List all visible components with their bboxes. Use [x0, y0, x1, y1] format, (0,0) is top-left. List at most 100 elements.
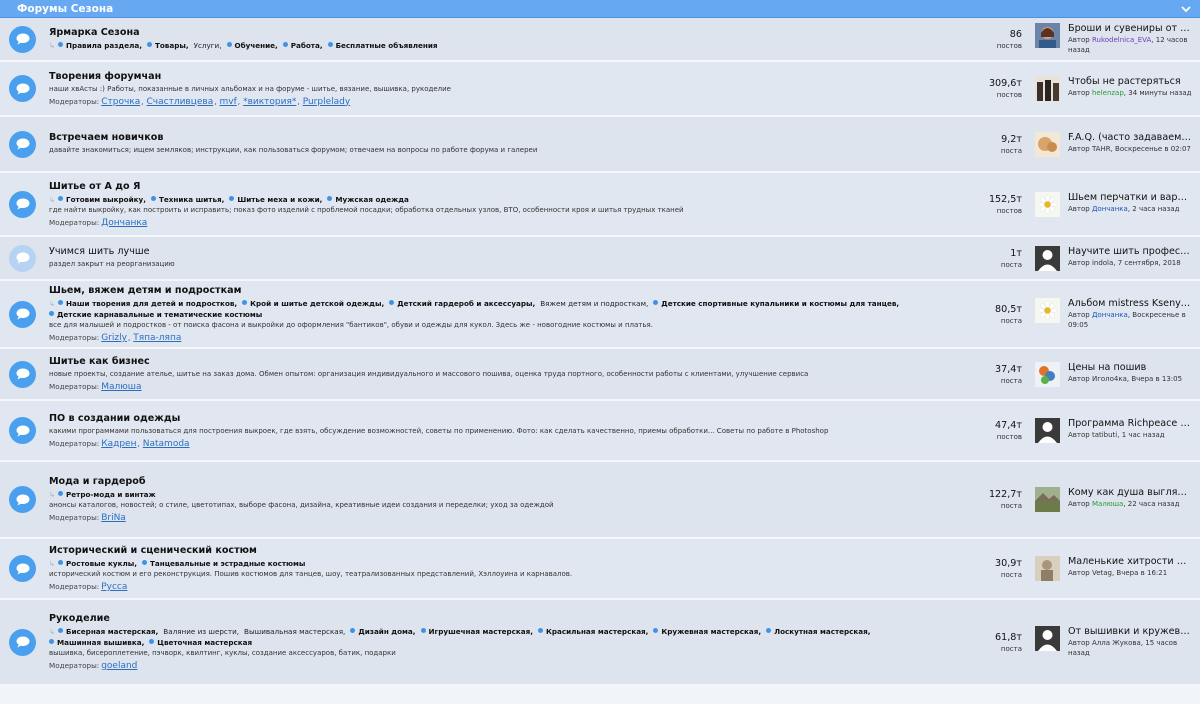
last-post-author-link[interactable]: indola	[1092, 259, 1113, 267]
subforum-link[interactable]: Правила раздела,	[58, 41, 142, 50]
forum-title-link[interactable]: Исторический и сценический костюм	[49, 545, 970, 556]
last-post-title-link[interactable]: F.A.Q. (часто задаваемы...	[1068, 132, 1191, 143]
forum-chat-icon[interactable]	[9, 75, 36, 102]
last-post-title-link[interactable]: От вышивки и кружева к...	[1068, 626, 1191, 637]
subforum-link[interactable]: Крой и шитье детской одежды,	[242, 299, 384, 308]
last-post-author-link[interactable]: Дончанка	[1092, 311, 1128, 319]
subforum-link[interactable]: Кружевная мастерская,	[653, 627, 761, 636]
last-post-thumbnail[interactable]	[1035, 191, 1060, 217]
last-post-author-link[interactable]: Малюша	[1092, 500, 1123, 508]
last-post-title-link[interactable]: Научите шить професси...	[1068, 246, 1191, 257]
moderator-link[interactable]: *виктория*	[243, 97, 296, 107]
forum-title-link[interactable]: ПО в создании одежды	[49, 413, 970, 424]
moderator-link[interactable]: goeland	[101, 661, 137, 671]
moderator-link[interactable]: Кадрен	[101, 439, 136, 449]
forum-title-link[interactable]: Учимся шить лучше	[49, 246, 970, 257]
forum-chat-icon[interactable]	[9, 417, 36, 444]
subforum-link[interactable]: Игрушечная мастерская,	[420, 627, 533, 636]
subforum-link[interactable]: Ретро-мода и винтаж	[58, 490, 156, 499]
moderator-link[interactable]: Счастливцева	[147, 97, 214, 107]
default-avatar-icon[interactable]	[1035, 626, 1060, 651]
subforum-link[interactable]: Ростовые куклы,	[58, 559, 137, 568]
forum-title-link[interactable]: Творения форумчан	[49, 71, 970, 82]
last-post-author-link[interactable]: Дончанка	[1092, 205, 1128, 213]
last-post-thumbnail[interactable]	[1035, 556, 1060, 581]
forum-chat-icon[interactable]	[9, 555, 36, 582]
last-post-author-link[interactable]: Иголо4ка	[1092, 375, 1127, 383]
moderator-link[interactable]: Малюша	[101, 382, 141, 392]
last-post-author-link[interactable]: TAHR	[1092, 145, 1111, 153]
subforum-link[interactable]: Бесплатные объявления	[327, 41, 438, 50]
forum-title-link[interactable]: Мода и гардероб	[49, 476, 970, 487]
subforum-link[interactable]: Лоскутная мастерская,	[766, 627, 870, 636]
moderator-link[interactable]: Дончанка	[101, 218, 147, 228]
default-avatar-icon[interactable]	[1035, 245, 1060, 271]
subforum-link[interactable]: Танцевальные и эстрадные костюмы	[141, 559, 305, 568]
subforum-link[interactable]: Детский гардероб и аксессуары,	[389, 299, 535, 308]
subforum-link[interactable]: Вяжем детям и подросткам,	[540, 299, 648, 308]
subforum-link[interactable]: Наши творения для детей и подростков,	[58, 299, 237, 308]
subforum-link[interactable]: Мужская одежда	[327, 195, 409, 204]
forum-chat-icon[interactable]	[9, 190, 36, 218]
forum-title-link[interactable]: Шьем, вяжем детям и подросткам	[49, 285, 970, 296]
subforum-link[interactable]: Вышивальная мастерская,	[244, 627, 345, 636]
forum-chat-icon[interactable]	[9, 360, 36, 388]
forum-title-link[interactable]: Рукоделие	[49, 613, 970, 624]
last-post-author-link[interactable]: helenzap	[1092, 89, 1124, 97]
forum-chat-icon[interactable]	[9, 628, 36, 656]
last-post-author-link[interactable]: tatibuti	[1092, 431, 1117, 439]
last-post-thumbnail[interactable]	[1035, 76, 1060, 101]
subforum-link[interactable]: Машинная вышивка,	[49, 638, 144, 647]
default-avatar-icon[interactable]	[1035, 418, 1060, 443]
last-post-thumbnail[interactable]	[1035, 361, 1060, 387]
subforum-link[interactable]: Детские карнавальные и тематические кост…	[49, 310, 262, 319]
last-post-author-link[interactable]: Алла Жукова	[1092, 639, 1141, 647]
forum-chat-icon[interactable]	[9, 130, 36, 158]
last-post-author-link[interactable]: Rukodelnica_EVA	[1092, 36, 1151, 44]
moderator-link[interactable]: mvf	[220, 97, 237, 107]
forum-chat-icon[interactable]	[9, 25, 36, 53]
subforum-link[interactable]: Цветочная мастерская	[149, 638, 252, 647]
subforum-link[interactable]: Услуги,	[194, 41, 222, 50]
forum-title-link[interactable]: Шитье как бизнес	[49, 356, 970, 367]
subforum-link[interactable]: Обучение,	[226, 41, 278, 50]
last-post-text: Маленькие хитрости пор... Автор Vetag, Вч…	[1068, 556, 1192, 578]
subforum-link[interactable]: Валяние из шерсти,	[163, 627, 239, 636]
subforum-link[interactable]: Готовим выкройку,	[58, 195, 146, 204]
last-post-thumbnail[interactable]	[1035, 131, 1060, 157]
subforum-link[interactable]: Дизайн дома,	[350, 627, 416, 636]
chevron-down-icon[interactable]	[1180, 3, 1192, 15]
last-post-title-link[interactable]: Шьем перчатки и вареж...	[1068, 192, 1191, 203]
moderator-link[interactable]: Natamoda	[143, 439, 190, 449]
last-post-title-link[interactable]: Кому как душа выглядет...	[1068, 487, 1191, 498]
moderator-link[interactable]: Purplelady	[303, 97, 350, 107]
last-post-title-link[interactable]: Чтобы не растеряться	[1068, 76, 1191, 87]
forum-title-link[interactable]: Ярмарка Сезона	[49, 27, 970, 38]
forum-title-link[interactable]: Шитье от А до Я	[49, 181, 970, 192]
last-post-thumbnail[interactable]	[1035, 23, 1060, 48]
moderator-link[interactable]: Строчка	[101, 97, 140, 107]
last-post-title-link[interactable]: Броши и сувениры от Ru...	[1068, 23, 1191, 34]
subforum-link[interactable]: Красильная мастерская,	[537, 627, 648, 636]
subforum-link[interactable]: Техника шитья,	[150, 195, 224, 204]
moderator-link[interactable]: Grizly	[101, 333, 127, 343]
last-post-title-link[interactable]: Цены на пошив	[1068, 362, 1191, 373]
last-post-title-link[interactable]: Программа Richpeace CAD	[1068, 418, 1191, 429]
subforum-link[interactable]: Товары,	[146, 41, 189, 50]
forum-title-link[interactable]: Встречаем новичков	[49, 132, 970, 143]
subforum-link[interactable]: Бисерная мастерская,	[58, 627, 158, 636]
last-post-title-link[interactable]: Маленькие хитрости пор...	[1068, 556, 1191, 567]
forum-chat-icon[interactable]	[9, 486, 36, 513]
moderator-link[interactable]: Тяпа-ляпа	[133, 333, 181, 343]
forum-chat-icon[interactable]	[9, 244, 36, 272]
subforum-link[interactable]: Работа,	[282, 41, 323, 50]
forum-chat-icon[interactable]	[9, 300, 36, 328]
last-post-title-link[interactable]: Альбом mistress Kseny-D...	[1068, 298, 1191, 309]
last-post-thumbnail[interactable]	[1035, 298, 1060, 323]
subforum-link[interactable]: Шитье меха и кожи,	[229, 195, 322, 204]
last-post-thumbnail[interactable]	[1035, 487, 1060, 512]
subforum-link[interactable]: Детские спортивные купальники и костюмы …	[653, 299, 899, 308]
moderator-link[interactable]: BriNa	[101, 513, 126, 523]
last-post-author-link[interactable]: Vetag	[1092, 569, 1112, 577]
moderator-link[interactable]: Русса	[101, 582, 127, 592]
